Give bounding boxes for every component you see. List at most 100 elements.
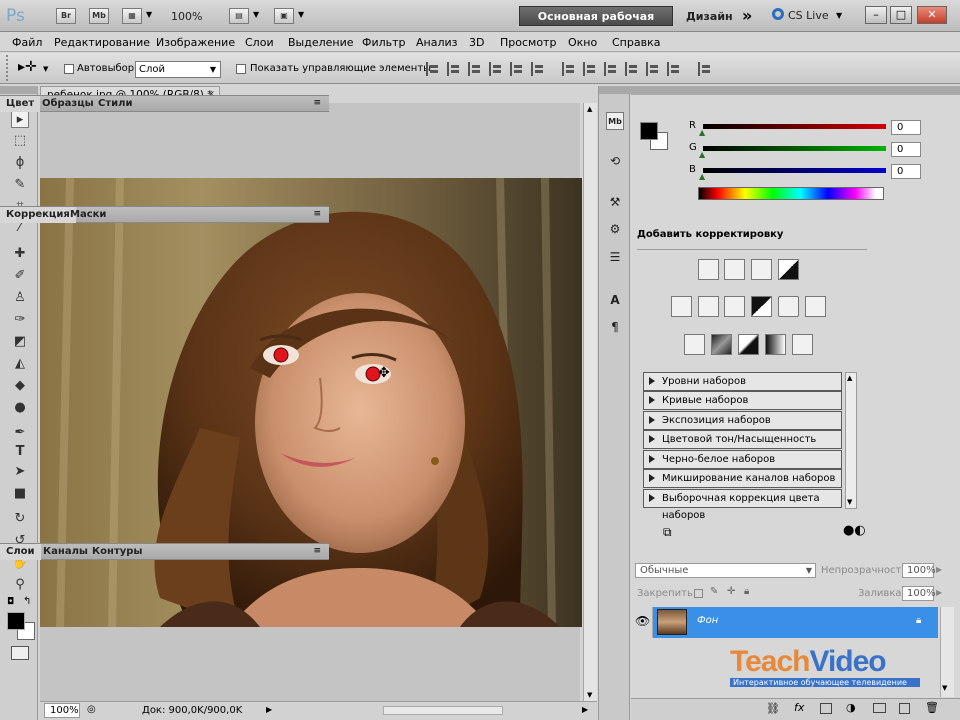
threshold-icon[interactable] <box>738 334 759 355</box>
minibridge-button[interactable]: Mb <box>89 8 109 24</box>
preset-levels[interactable]: Уровни наборов <box>643 372 842 391</box>
status-info-icon[interactable]: ◎ <box>87 704 96 715</box>
channel-b-value[interactable]: 0 <box>891 164 921 179</box>
more-workspaces-icon[interactable]: » <box>742 6 752 25</box>
character-panel-icon[interactable]: A <box>606 291 624 309</box>
gradient-map-icon[interactable] <box>765 334 786 355</box>
layer-row-background[interactable]: 👁︎ Фон 🔒︎ <box>631 607 938 638</box>
channel-b-slider[interactable] <box>703 168 886 173</box>
brightness-contrast-icon[interactable] <box>698 259 719 280</box>
status-zoom-field[interactable]: 100% <box>44 703 80 718</box>
scroll-right-icon[interactable]: ▶ <box>582 705 588 714</box>
distribute-right-icon[interactable] <box>667 62 681 76</box>
tab-styles[interactable]: Стили <box>92 96 138 112</box>
preset-selective-color[interactable]: Выборочная коррекция цвета наборов <box>643 489 842 521</box>
tab-paths[interactable]: Контуры <box>86 544 148 560</box>
actions-panel-icon[interactable]: ⚒ <box>606 193 624 211</box>
curves-icon[interactable] <box>751 259 772 280</box>
tab-swatches[interactable]: Образцы <box>36 96 100 112</box>
swap-colors-icon[interactable]: ↰ <box>23 596 31 607</box>
3d-rotate-tool-icon[interactable]: ↻ <box>11 510 29 528</box>
scroll-down-icon[interactable]: ▼ <box>847 498 852 506</box>
lock-image-icon[interactable]: ✎ <box>710 586 718 597</box>
menu-select[interactable]: Выделение <box>288 36 354 49</box>
chevron-down-icon[interactable]: ▼ <box>146 10 152 19</box>
photo-filter-icon[interactable] <box>778 296 799 317</box>
vibrance-icon[interactable] <box>671 296 692 317</box>
pen-tool-icon[interactable]: ✒ <box>11 424 29 442</box>
scroll-down-icon[interactable]: ▼ <box>942 684 947 692</box>
lock-all-icon[interactable]: 🔒︎ <box>744 586 749 597</box>
panel-menu-icon[interactable]: ≡ <box>313 98 321 108</box>
panel-menu-icon[interactable]: ≡ <box>313 209 321 219</box>
essentials-workspace-button[interactable]: Основная рабочая среда <box>519 6 673 43</box>
clip-to-layer-icon[interactable]: ●◐ <box>843 523 866 538</box>
menu-edit[interactable]: Редактирование <box>54 36 150 49</box>
layer-name[interactable]: Фон <box>697 615 718 626</box>
posterize-icon[interactable] <box>711 334 732 355</box>
menu-3d[interactable]: 3D <box>469 36 484 49</box>
menu-view[interactable]: Просмотр <box>500 36 556 49</box>
menu-image[interactable]: Изображение <box>156 36 235 49</box>
horizontal-scrollbar[interactable] <box>383 706 503 715</box>
menu-window[interactable]: Окно <box>568 36 597 49</box>
arrange-documents-button[interactable]: ▤ <box>229 8 249 24</box>
chevron-down-icon[interactable]: ▼ <box>298 10 304 19</box>
zoom-level-dropdown[interactable]: 100% <box>171 10 202 23</box>
hue-saturation-icon[interactable] <box>698 296 719 317</box>
close-button[interactable]: ✕ <box>917 6 947 24</box>
minimize-button[interactable]: – <box>865 6 887 24</box>
preset-curves[interactable]: Кривые наборов <box>643 391 842 410</box>
menu-file[interactable]: Файл <box>12 36 42 49</box>
tools-panel-header[interactable] <box>0 86 38 94</box>
history-brush-tool-icon[interactable]: ✑ <box>11 311 29 329</box>
preset-exposure[interactable]: Экспозиция наборов <box>643 411 842 430</box>
restore-button[interactable]: □ <box>890 6 912 24</box>
chevron-down-icon[interactable]: ▼ <box>253 10 259 19</box>
cs-live-button[interactable]: CS Live <box>788 9 829 22</box>
preset-hue-saturation[interactable]: Цветовой тон/Насыщенность наборов <box>643 430 842 462</box>
distribute-top-icon[interactable] <box>562 62 576 76</box>
menu-filter[interactable]: Фильтр <box>362 36 406 49</box>
rectangle-tool-icon[interactable]: ■ <box>11 485 29 503</box>
selective-color-icon[interactable] <box>792 334 813 355</box>
type-tool-icon[interactable]: T <box>11 443 29 461</box>
align-top-icon[interactable] <box>426 62 440 76</box>
collapsed-panels-header[interactable] <box>599 86 631 94</box>
design-workspace-button[interactable]: Дизайн <box>686 10 733 23</box>
status-menu-icon[interactable]: ▶ <box>266 705 272 714</box>
clone-source-panel-icon[interactable]: ☰ <box>606 248 624 266</box>
marquee-tool-icon[interactable]: ⬚ <box>11 132 29 150</box>
tab-masks[interactable]: Маски <box>64 207 112 223</box>
slider-thumb-icon[interactable]: ▲ <box>699 150 705 159</box>
lock-transparent-icon[interactable] <box>694 589 703 598</box>
distribute-bottom-icon[interactable] <box>604 62 618 76</box>
chevron-right-icon[interactable]: ▶ <box>936 588 942 597</box>
blur-tool-icon[interactable]: ◆ <box>11 377 29 395</box>
fill-field[interactable]: 100% <box>902 586 936 601</box>
new-layer-icon[interactable] <box>899 703 910 714</box>
canvas-vertical-scrollbar[interactable]: ▲ ▼ <box>583 103 597 701</box>
menu-analysis[interactable]: Анализ <box>416 36 458 49</box>
scroll-up-icon[interactable]: ▲ <box>587 105 592 113</box>
link-layers-icon[interactable]: ⛓︎ <box>766 702 780 715</box>
align-vertical-center-icon[interactable] <box>447 62 461 76</box>
scroll-up-icon[interactable]: ▲ <box>847 374 852 382</box>
default-colors-icon[interactable]: ◘ <box>7 597 14 607</box>
align-horizontal-center-icon[interactable] <box>510 62 524 76</box>
paint-bucket-tool-icon[interactable]: ◭ <box>11 355 29 373</box>
tab-layers[interactable]: Слои <box>0 544 41 560</box>
black-white-icon[interactable] <box>751 296 772 317</box>
preset-channel-mixer[interactable]: Микширование каналов наборов <box>643 469 842 488</box>
panel-menu-icon[interactable]: ≡ <box>313 546 321 556</box>
distribute-vertical-center-icon[interactable] <box>583 62 597 76</box>
slider-thumb-icon[interactable]: ▲ <box>699 128 705 137</box>
slider-thumb-icon[interactable]: ▲ <box>699 172 705 181</box>
add-mask-icon[interactable] <box>820 703 832 714</box>
blend-mode-select[interactable]: Обычные ▼ <box>635 563 816 578</box>
mini-bridge-panel-icon[interactable]: Mb <box>606 112 624 130</box>
chevron-right-icon[interactable]: ▶ <box>936 565 942 574</box>
tab-color[interactable]: Цвет <box>0 96 41 112</box>
zoom-tool-icon[interactable]: ⚲ <box>11 576 29 594</box>
paragraph-panel-icon[interactable]: ¶ <box>606 318 624 336</box>
